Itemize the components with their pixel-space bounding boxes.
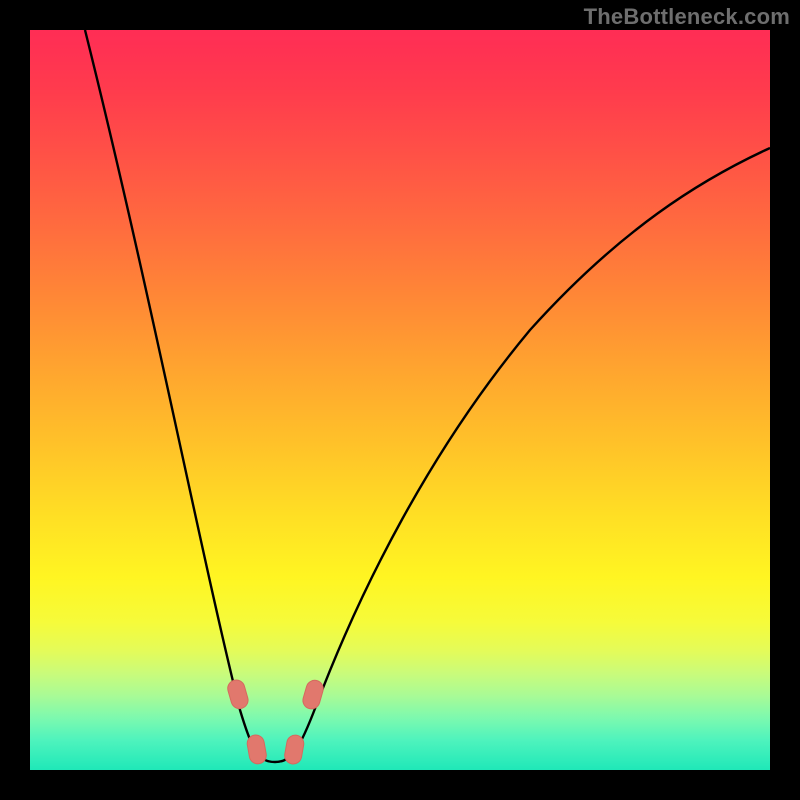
plot-area bbox=[30, 30, 770, 770]
curve-path bbox=[85, 30, 770, 762]
bottleneck-curve bbox=[30, 30, 770, 770]
marker-right-lower bbox=[283, 734, 305, 766]
watermark-text: TheBottleneck.com bbox=[584, 4, 790, 30]
marker-left-lower bbox=[246, 734, 268, 766]
marker-right-upper bbox=[301, 678, 325, 711]
marker-left-upper bbox=[226, 678, 250, 711]
chart-frame: TheBottleneck.com bbox=[0, 0, 800, 800]
